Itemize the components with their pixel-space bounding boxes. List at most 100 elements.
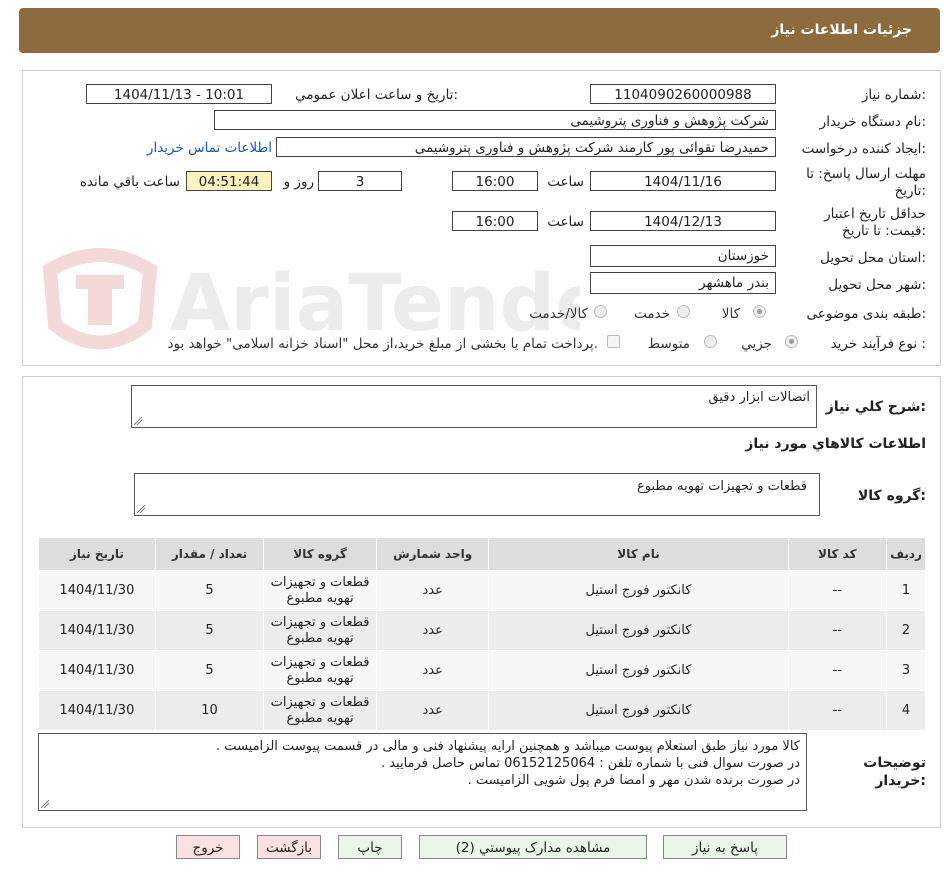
goods-info-title: اطلاعات کالاهاي مورد نیاز (745, 436, 926, 452)
buyer-note-line: در صورت برنده شدن مهر و امضا فرم پول شوی… (467, 773, 800, 788)
cell-qty: 5 (154, 610, 265, 651)
table-row: 2 -- کانکتور فورج استیل عدد قطعات و تجهی… (38, 610, 926, 651)
col-qty-header: تعداد / مقدار (154, 537, 265, 571)
announce-field: 1404/11/13 - 10:01 (86, 84, 272, 104)
purchase-minor-label: جزیي (741, 336, 772, 352)
buyer-notes-label: توضیحات (863, 755, 926, 771)
cell-name: کانکتور فورج استیل (488, 690, 789, 731)
province-field: خوزستان (590, 245, 776, 267)
validity-date-field: 1404/12/13 (590, 211, 776, 231)
category-both-label: کالا/خدمت (529, 306, 588, 322)
purchase-type-label: نوع فرآیند خرید : (830, 336, 926, 352)
cell-group: قطعات و تجهیزات تهویه مطبوع (263, 690, 377, 731)
buyer-notes-label-2: خریدار: (875, 773, 926, 789)
category-service-label: خدمت (634, 306, 670, 322)
general-desc-textarea[interactable]: اتصالات ابزار دقیق (131, 385, 817, 428)
cell-unit: عدد (375, 690, 490, 731)
announce-label: تاریخ و ساعت اعلان عمومي: (295, 87, 458, 103)
cell-unit: عدد (375, 650, 490, 691)
cell-code: -- (787, 610, 888, 651)
goods-group-text: قطعات و تجهیزات تهویه مطبوع (636, 479, 807, 494)
goods-group-label: گروه کالا: (857, 488, 926, 504)
col-date-header: تاریخ نیاز (38, 537, 156, 571)
resize-grip-icon[interactable] (134, 417, 142, 425)
table-row: 4 -- کانکتور فورج استیل عدد قطعات و تجهی… (38, 690, 926, 731)
page-header: جزئیات اطلاعات نیاز (19, 8, 940, 53)
category-goods-radio[interactable] (753, 305, 766, 318)
exit-button[interactable]: خروج (176, 835, 240, 859)
print-button[interactable]: چاپ (338, 835, 402, 859)
cell-row: 4 (886, 690, 926, 731)
goods-group-textarea[interactable]: قطعات و تجهیزات تهویه مطبوع (134, 473, 820, 516)
purchase-minor-radio[interactable] (785, 335, 798, 348)
table-row: 1 -- کانکتور فورج استیل عدد قطعات و تجهی… (38, 570, 926, 611)
table-header-row: ردیف کد کالا نام کالا واحد شمارش گروه کا… (38, 537, 926, 571)
cell-unit: عدد (375, 610, 490, 651)
buyer-org-label: نام دستگاه خریدار: (819, 114, 926, 130)
validity-time-label: ساعت (547, 214, 584, 230)
cell-row: 2 (886, 610, 926, 651)
cell-name: کانکتور فورج استیل (488, 610, 789, 651)
need-number-label: شماره نیاز: (861, 87, 926, 103)
treasury-payment-checkbox[interactable] (607, 335, 620, 348)
purchase-medium-radio[interactable] (704, 335, 717, 348)
buyer-org-field: شرکت پژوهش و فناوری پتروشیمی (214, 110, 776, 130)
general-desc-text: اتصالات ابزار دقیق (708, 390, 810, 405)
cell-code: -- (787, 570, 888, 611)
cell-row: 3 (886, 650, 926, 691)
treasury-payment-note: پرداخت تمام یا بخشی از مبلغ خرید،از محل … (167, 336, 598, 352)
col-row-header: ردیف (886, 537, 926, 571)
cell-qty: 5 (154, 650, 265, 691)
reply-button[interactable]: پاسخ به نیاز (663, 835, 787, 859)
cell-group: قطعات و تجهیزات تهویه مطبوع (263, 610, 377, 651)
deadline-time-field: 16:00 (452, 171, 538, 191)
validity-time-field: 16:00 (452, 211, 538, 231)
remaining-label: ساعت باقي مانده (79, 174, 180, 190)
buyer-note-line: کالا مورد نیاز طبق استعلام پیوست میباشد … (216, 739, 800, 754)
general-desc-label: شرح کلي نیاز: (825, 399, 926, 415)
cell-qty: 5 (154, 570, 265, 611)
category-service-radio[interactable] (677, 305, 690, 318)
days-field: 3 (318, 171, 402, 191)
col-name-header: نام کالا (488, 537, 789, 571)
requester-field: حمیدرضا تقوائی پور کارمند شرکت پژوهش و ف… (276, 137, 776, 157)
cell-date: 1404/11/30 (38, 690, 156, 731)
cell-qty: 10 (154, 690, 265, 731)
category-both-radio[interactable] (594, 305, 607, 318)
purchase-medium-label: متوسط (647, 336, 690, 352)
table-row: 3 -- کانکتور فورج استیل عدد قطعات و تجهی… (38, 650, 926, 691)
validity-label-2: قیمت: تا تاریخ: (841, 223, 926, 239)
cell-unit: عدد (375, 570, 490, 611)
cell-row: 1 (886, 570, 926, 611)
city-label: شهر محل تحویل: (828, 277, 926, 293)
col-code-header: کد کالا (787, 537, 888, 571)
cell-code: -- (787, 650, 888, 691)
deadline-time-label: ساعت (547, 174, 584, 190)
back-button[interactable]: بازگشت (257, 835, 321, 859)
cell-date: 1404/11/30 (38, 570, 156, 611)
buyer-note-line: در صورت سوال فنی با شماره تلفن : 0615212… (380, 756, 800, 771)
view-attachments-button[interactable]: مشاهده مدارک پیوستي (2) (419, 835, 647, 859)
cell-date: 1404/11/30 (38, 650, 156, 691)
need-number-field: 1104090260000988 (590, 84, 776, 104)
cell-code: -- (787, 690, 888, 731)
buyer-notes-textarea[interactable]: کالا مورد نیاز طبق استعلام پیوست میباشد … (38, 733, 807, 811)
deadline-date-field: 1404/11/16 (590, 171, 776, 191)
col-group-header: گروه کالا (263, 537, 377, 571)
cell-name: کانکتور فورج استیل (488, 650, 789, 691)
col-unit-header: واحد شمارش (375, 537, 490, 571)
deadline-label-2: تاریخ: (894, 183, 926, 199)
category-goods-label: کالا (721, 306, 740, 322)
remaining-time-field: 04:51:44 (186, 171, 272, 191)
cell-group: قطعات و تجهیزات تهویه مطبوع (263, 650, 377, 691)
deadline-label: مهلت ارسال پاسخ: تا (806, 166, 926, 182)
resize-grip-icon[interactable] (41, 800, 49, 808)
page-title: جزئیات اطلاعات نیاز (771, 22, 912, 38)
requester-label: ایجاد کننده درخواست: (801, 141, 926, 157)
days-label: روز و (283, 174, 314, 190)
province-label: استان محل تحویل: (820, 250, 926, 266)
goods-table: ردیف کد کالا نام کالا واحد شمارش گروه کا… (38, 537, 926, 731)
buyer-contact-link[interactable]: اطلاعات تماس خریدار (147, 140, 272, 156)
resize-grip-icon[interactable] (137, 505, 145, 513)
cell-date: 1404/11/30 (38, 610, 156, 651)
